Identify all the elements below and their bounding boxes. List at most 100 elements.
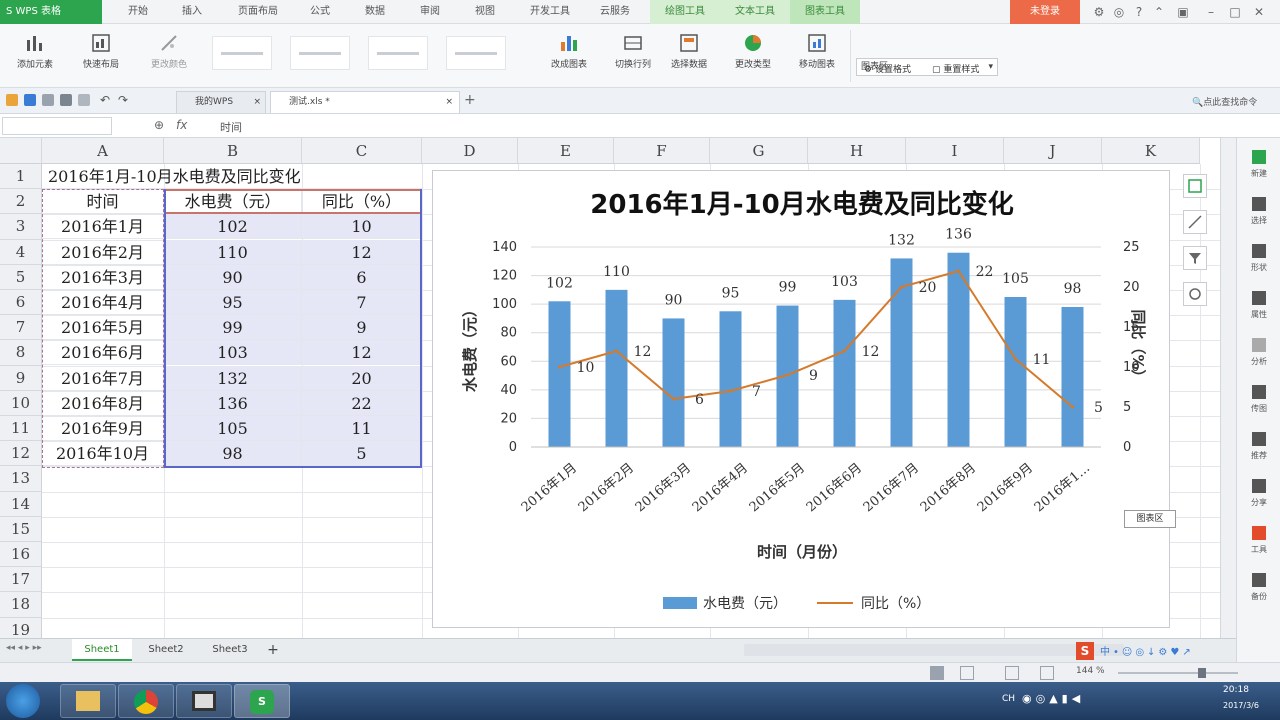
taskbar-explorer[interactable]: [60, 684, 116, 718]
chart-style-tool[interactable]: [1183, 210, 1207, 234]
sheet-tab-3[interactable]: Sheet3: [200, 639, 260, 661]
skin-icon[interactable]: ⚙: [1092, 3, 1106, 21]
right-panel-item[interactable]: 工具: [1237, 522, 1280, 564]
chart-elements-tool[interactable]: [1183, 174, 1207, 198]
tab-formula[interactable]: 公式: [300, 0, 340, 24]
add-sheet-button[interactable]: +: [258, 639, 288, 661]
chart-filter-tool[interactable]: [1183, 246, 1207, 270]
sheet-tab-1[interactable]: Sheet1: [72, 639, 132, 661]
change-color-button[interactable]: 更改颜色: [140, 30, 198, 82]
col-header[interactable]: A: [42, 138, 164, 164]
ime-indicator[interactable]: CH: [1002, 694, 1015, 704]
zoom-slider[interactable]: [1118, 672, 1238, 674]
close-icon[interactable]: ×: [253, 92, 261, 112]
ime-toolbar[interactable]: 中•☺◎↓⚙♥↗: [1100, 643, 1194, 658]
row-header[interactable]: 5: [0, 264, 42, 290]
chart-style-4[interactable]: [446, 36, 506, 70]
fx-icon[interactable]: fx: [176, 118, 187, 132]
col-header[interactable]: C: [302, 138, 422, 164]
redo-icon[interactable]: ↷: [118, 94, 130, 106]
row-header[interactable]: 14: [0, 491, 42, 517]
quick-layout-button[interactable]: 快速布局: [72, 30, 130, 82]
vertical-scrollbar[interactable]: [1220, 138, 1236, 638]
row-header[interactable]: 3: [0, 214, 42, 240]
page-break-view-icon[interactable]: [1005, 666, 1019, 680]
start-button[interactable]: [6, 684, 40, 718]
right-panel-item[interactable]: 传图: [1237, 381, 1280, 423]
right-panel-item[interactable]: 分析: [1237, 334, 1280, 376]
col-header[interactable]: I: [906, 138, 1004, 164]
doc-tab-test[interactable]: 测试.xls * ×: [270, 91, 460, 113]
read-mode-icon[interactable]: [1040, 666, 1054, 680]
row-header[interactable]: 4: [0, 239, 42, 265]
row-header[interactable]: 13: [0, 466, 42, 492]
reset-style-button[interactable]: ▢ 重置样式: [932, 62, 979, 75]
tab-drawing-tools[interactable]: 绘图工具: [650, 0, 720, 24]
chart-style-3[interactable]: [368, 36, 428, 70]
sheet-title-cell[interactable]: 2016年1月-10月水电费及同比变化: [42, 164, 422, 189]
open-icon[interactable]: [6, 94, 18, 106]
close-icon[interactable]: ×: [445, 92, 453, 112]
row-header[interactable]: 10: [0, 390, 42, 416]
col-header[interactable]: D: [422, 138, 518, 164]
tab-developer[interactable]: 开发工具: [520, 0, 580, 24]
right-panel-item[interactable]: 分享: [1237, 475, 1280, 517]
zoom-slider-thumb[interactable]: [1198, 668, 1206, 678]
print-preview-icon[interactable]: [42, 94, 54, 106]
print-icon[interactable]: [60, 94, 72, 106]
command-search[interactable]: 🔍点此查找命令: [1192, 95, 1257, 108]
col-header[interactable]: K: [1102, 138, 1200, 164]
zoom-formula-icon[interactable]: ⊕: [154, 118, 164, 132]
add-element-button[interactable]: 添加元素: [6, 30, 64, 82]
zoom-level[interactable]: 144 %: [1076, 666, 1105, 676]
tab-text-tools[interactable]: 文本工具: [720, 0, 790, 24]
change-to-chart-button[interactable]: 改成图表: [540, 30, 598, 82]
right-panel-item[interactable]: 新建: [1237, 146, 1280, 188]
doc-tab-mywps[interactable]: 我的WPS ×: [176, 91, 266, 113]
chart-style-2[interactable]: [290, 36, 350, 70]
clock-date[interactable]: 2017/3/6: [1206, 701, 1276, 710]
right-panel-item[interactable]: 属性: [1237, 287, 1280, 329]
row-header[interactable]: 11: [0, 416, 42, 442]
row-header[interactable]: 1: [0, 164, 42, 190]
page-layout-view-icon[interactable]: [960, 666, 974, 680]
collapse-ribbon-icon[interactable]: ⌃: [1152, 3, 1166, 21]
col-header[interactable]: H: [808, 138, 906, 164]
row-header[interactable]: 6: [0, 290, 42, 316]
name-box[interactable]: [2, 117, 112, 135]
new-tab-icon[interactable]: +: [464, 92, 476, 108]
change-type-button[interactable]: 更改类型: [724, 30, 782, 82]
row-header[interactable]: 17: [0, 567, 42, 593]
row-header[interactable]: 8: [0, 340, 42, 366]
page-icon[interactable]: [78, 94, 90, 106]
restore-ribbon-icon[interactable]: ▣: [1176, 3, 1190, 21]
maximize-icon[interactable]: □: [1228, 3, 1242, 21]
tab-chart-tools[interactable]: 图表工具: [790, 0, 860, 24]
taskbar-chrome[interactable]: [118, 684, 174, 718]
sheet-nav-arrows[interactable]: ◂◂ ◂ ▸ ▸▸: [6, 643, 42, 653]
horizontal-scrollbar[interactable]: [744, 644, 1124, 656]
normal-view-icon[interactable]: [930, 666, 944, 680]
switch-row-col-button[interactable]: 切换行列: [604, 30, 662, 82]
col-header[interactable]: G: [710, 138, 808, 164]
feedback-icon[interactable]: ◎: [1112, 3, 1126, 21]
tab-view[interactable]: 视图: [465, 0, 505, 24]
taskbar-camera[interactable]: [176, 684, 232, 718]
select-all-corner[interactable]: [0, 138, 42, 164]
tab-page-layout[interactable]: 页面布局: [228, 0, 288, 24]
tab-cloud[interactable]: 云服务: [590, 0, 640, 24]
row-header[interactable]: 9: [0, 365, 42, 391]
tab-review[interactable]: 审阅: [410, 0, 450, 24]
row-header[interactable]: 16: [0, 542, 42, 568]
row-header[interactable]: 18: [0, 592, 42, 618]
row-header[interactable]: 2: [0, 189, 42, 215]
sheet-tab-2[interactable]: Sheet2: [136, 639, 196, 661]
col-header[interactable]: J: [1004, 138, 1102, 164]
help-icon[interactable]: ?: [1132, 3, 1146, 21]
wps-menu-button[interactable]: S WPS 表格: [0, 0, 102, 24]
sogou-ime-icon[interactable]: S: [1076, 642, 1094, 660]
col-header[interactable]: E: [518, 138, 614, 164]
right-panel-item[interactable]: 形状: [1237, 240, 1280, 282]
spreadsheet-grid[interactable]: A B C D E F G H I J K 1 2 3 4 5 6 7 8 9 10 11 12 13 1…: [0, 138, 1236, 638]
right-panel-item[interactable]: 选择: [1237, 193, 1280, 235]
